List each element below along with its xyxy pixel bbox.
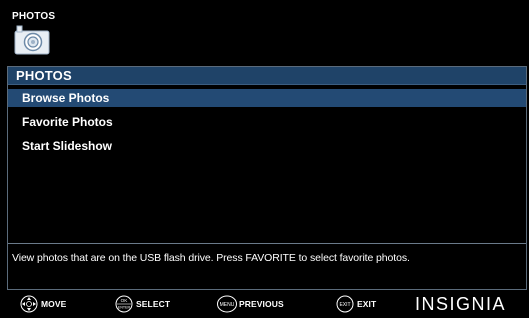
svg-text:EXIT: EXIT [339, 302, 350, 308]
exit-button-icon: EXIT [334, 295, 356, 313]
menu-item-start-slideshow[interactable]: Start Slideshow [8, 137, 526, 155]
help-text: View photos that are on the USB flash dr… [12, 252, 410, 264]
hint-select: OK ENTER SELECT [113, 295, 170, 313]
footer-hints: MOVE OK ENTER SELECT MENU PREVIOUS EXIT … [0, 290, 529, 318]
brand-logo: INSIGNIA [415, 294, 507, 314]
screen-title: PHOTOS [12, 11, 56, 22]
panel-header: PHOTOS [8, 67, 526, 85]
menu-item-label: Start Slideshow [22, 139, 113, 153]
help-text-bar: View photos that are on the USB flash dr… [8, 243, 526, 269]
hint-exit-label: EXIT [357, 299, 377, 309]
hint-exit: EXIT EXIT [334, 295, 376, 313]
ok-enter-button-icon: OK ENTER [113, 295, 135, 313]
hint-select-label: SELECT [136, 299, 171, 309]
hint-move-label: MOVE [41, 299, 67, 309]
dpad-icon [18, 295, 40, 313]
menu-button-icon: MENU [216, 295, 238, 313]
photos-screen: PHOTOS PHOTOS Browse Photos Favorite Pho… [0, 0, 529, 318]
hint-move: MOVE [18, 295, 66, 313]
hint-previous-label: PREVIOUS [239, 299, 284, 309]
panel-header-title: PHOTOS [16, 68, 72, 83]
svg-text:ENTER: ENTER [118, 306, 131, 310]
camera-icon [14, 25, 50, 55]
menu-item-browse-photos[interactable]: Browse Photos [8, 89, 526, 107]
hint-previous: MENU PREVIOUS [216, 295, 284, 313]
svg-text:MENU: MENU [220, 302, 235, 308]
photos-menu: Browse Photos Favorite Photos Start Slid… [8, 89, 526, 161]
title-area: PHOTOS [0, 0, 529, 66]
menu-item-label: Favorite Photos [22, 115, 113, 129]
photos-menu-panel: PHOTOS Browse Photos Favorite Photos Sta… [7, 66, 527, 290]
svg-text:OK: OK [121, 298, 129, 303]
menu-item-label: Browse Photos [22, 91, 110, 105]
menu-item-favorite-photos[interactable]: Favorite Photos [8, 113, 526, 131]
